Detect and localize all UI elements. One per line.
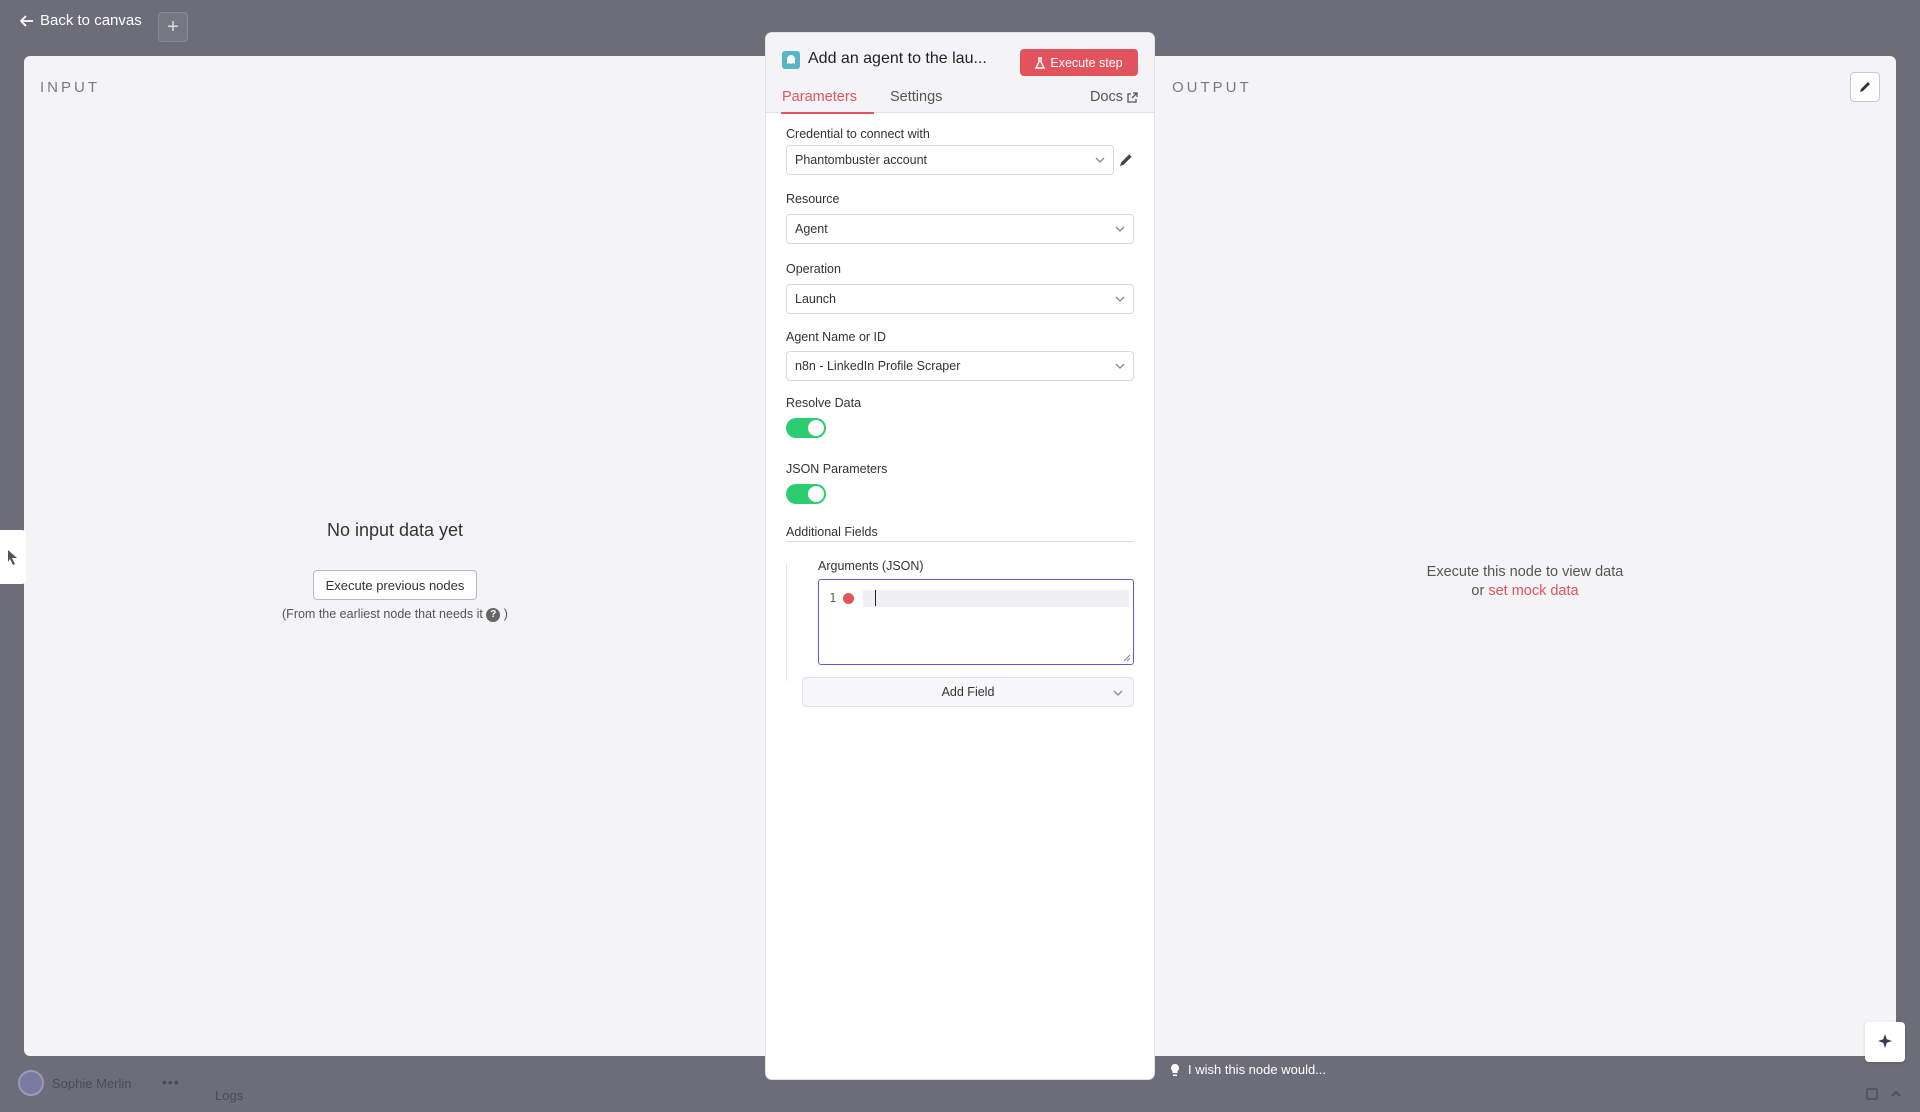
output-empty-message: Execute this node to view data or set mo… — [1154, 563, 1896, 601]
chevron-down-icon — [1113, 690, 1123, 696]
back-to-canvas-link[interactable]: Back to canvas — [20, 12, 142, 29]
output-panel-label: OUTPUT — [1172, 79, 1252, 96]
node-feedback-link[interactable]: I wish this node would... — [1170, 1062, 1326, 1077]
additional-fields-label: Additional Fields — [786, 525, 878, 539]
execute-previous-nodes-button[interactable]: Execute previous nodes — [313, 570, 477, 600]
feedback-text: I wish this node would... — [1188, 1062, 1327, 1077]
sparkle-icon — [1878, 1034, 1892, 1048]
flask-icon — [1035, 56, 1046, 69]
docs-label: Docs — [1089, 89, 1123, 105]
credential-label: Credential to connect with — [786, 127, 930, 141]
json-parameters-toggle[interactable] — [786, 484, 826, 504]
set-mock-data-link[interactable]: set mock data — [1488, 583, 1578, 599]
ai-assistant-button[interactable] — [1865, 1022, 1905, 1062]
pencil-icon — [1860, 82, 1870, 92]
resolve-data-label: Resolve Data — [786, 396, 862, 410]
panel-icon[interactable] — [1866, 1088, 1878, 1100]
resource-select[interactable]: Agent — [786, 214, 1134, 244]
external-link-icon — [1127, 91, 1138, 103]
operation-value: Launch — [795, 292, 837, 306]
tab-settings[interactable]: Settings — [890, 89, 942, 105]
arguments-json-editor[interactable]: 1 — [818, 579, 1134, 665]
back-to-canvas-label: Back to canvas — [40, 12, 142, 29]
chevron-down-icon — [1115, 226, 1125, 232]
line-number: 1 — [829, 590, 837, 605]
avatar — [18, 1070, 44, 1096]
logs-tab[interactable]: Logs — [215, 1088, 243, 1103]
add-tab-button[interactable]: + — [158, 12, 188, 42]
chevron-down-icon — [1095, 157, 1105, 163]
additional-fields-rail — [786, 563, 787, 681]
output-message-or: or — [1471, 583, 1485, 599]
agent-label: Agent Name or ID — [786, 330, 887, 344]
text-caret — [875, 590, 876, 606]
docs-link[interactable]: Docs — [1090, 89, 1138, 105]
output-message-line-2: or set mock data — [1154, 582, 1896, 601]
no-input-title: No input data yet — [326, 520, 464, 540]
json-parameters-label: JSON Parameters — [786, 462, 888, 476]
input-hint: (From the earliest node that needs it ? … — [24, 607, 766, 622]
active-tab-indicator — [781, 112, 874, 114]
more-options-button[interactable]: ••• — [162, 1074, 180, 1090]
resolve-data-toggle[interactable] — [786, 418, 826, 438]
node-title[interactable]: Add an agent to the lau... — [808, 50, 987, 68]
input-panel-label: INPUT — [40, 79, 100, 96]
edit-output-button[interactable] — [1850, 72, 1880, 102]
output-panel: OUTPUT Execute this node to view data or… — [1154, 56, 1896, 1056]
plus-icon: + — [167, 15, 179, 38]
tab-parameters[interactable]: Parameters — [782, 89, 857, 105]
operation-label: Operation — [786, 262, 841, 276]
help-icon[interactable]: ? — [486, 607, 501, 622]
bottom-right-controls — [1866, 1088, 1902, 1100]
input-hint-close: ) — [503, 607, 508, 621]
execute-step-label: Execute step — [1050, 55, 1123, 70]
chevron-down-icon — [1115, 296, 1125, 302]
user-name: Sophie Merlin — [52, 1075, 132, 1091]
arrow-left-icon — [20, 14, 33, 27]
edit-credential-button[interactable] — [1118, 152, 1134, 173]
execute-step-button[interactable]: Execute step — [1020, 49, 1138, 76]
resource-value: Agent — [795, 222, 828, 236]
pencil-icon — [1120, 154, 1132, 166]
add-field-label: Add Field — [941, 685, 995, 699]
chevron-up-icon[interactable] — [1890, 1088, 1902, 1100]
agent-select[interactable]: n8n - LinkedIn Profile Scraper — [786, 351, 1134, 381]
user-menu[interactable]: Sophie Merlin — [18, 1070, 132, 1096]
add-field-dropdown[interactable]: Add Field — [802, 677, 1134, 707]
resize-handle-icon[interactable] — [1121, 652, 1131, 662]
input-panel: INPUT No input data yet Execute previous… — [24, 56, 766, 1056]
cursor-icon — [8, 550, 17, 565]
output-message-line: Execute this node to view data — [1426, 564, 1624, 580]
credential-value: Phantombuster account — [795, 153, 928, 167]
operation-select[interactable]: Launch — [786, 284, 1134, 314]
phantombuster-node-icon — [782, 51, 800, 69]
lightbulb-icon — [1171, 1063, 1179, 1076]
credential-select[interactable]: Phantombuster account — [786, 145, 1114, 175]
node-settings-dialog: Add an agent to the lau... Execute step … — [766, 33, 1154, 1079]
error-marker-icon — [843, 593, 854, 604]
agent-value: n8n - LinkedIn Profile Scraper — [795, 359, 961, 373]
side-panel-toggle[interactable] — [0, 530, 26, 584]
resource-label: Resource — [786, 192, 840, 206]
additional-fields-divider — [786, 541, 1134, 542]
bottom-bar: Sophie Merlin ••• Logs I wish this node … — [0, 1058, 1920, 1112]
input-hint-text: (From the earliest node that needs it — [282, 607, 483, 621]
chevron-down-icon — [1115, 363, 1125, 369]
arguments-json-label: Arguments (JSON) — [818, 559, 924, 573]
editor-active-line — [863, 590, 1129, 607]
node-header: Add an agent to the lau... Execute step … — [766, 33, 1154, 114]
